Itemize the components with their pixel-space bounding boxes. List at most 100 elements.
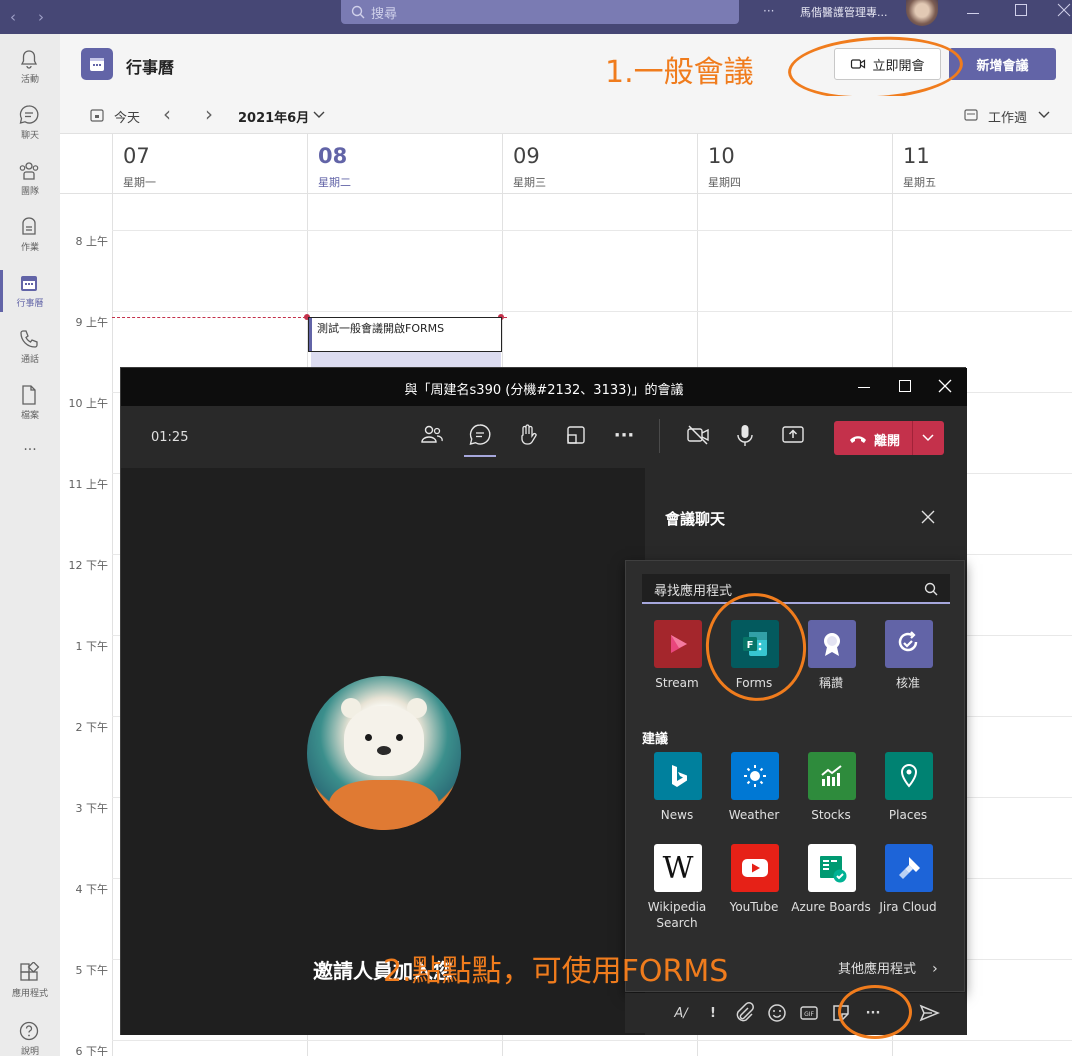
bing-icon	[654, 752, 702, 800]
day-number: 07	[123, 144, 150, 168]
rooms-icon[interactable]	[562, 421, 590, 449]
emoji-icon[interactable]	[765, 1001, 789, 1025]
more-options-icon[interactable]: ···	[763, 4, 774, 18]
participants-icon[interactable]	[418, 421, 446, 449]
search-input[interactable]: 搜尋	[341, 0, 739, 24]
send-icon[interactable]	[917, 1001, 941, 1025]
highlight-ring-more	[838, 985, 912, 1039]
calendar-toolbar: 今天 ‹ › 2021年6月 工作週	[60, 96, 1072, 134]
view-selector[interactable]: 工作週	[988, 107, 1027, 126]
app-jira-cloud[interactable]: Jira Cloud	[871, 844, 945, 934]
rail-label: 團隊	[20, 187, 39, 197]
minimize-icon[interactable]	[966, 6, 980, 20]
chat-icon	[19, 105, 39, 124]
svg-text:GIF: GIF	[804, 1011, 814, 1018]
day-header[interactable]: 09 星期三	[502, 134, 697, 193]
app-search-input[interactable]: 尋找應用程式	[642, 574, 950, 604]
gif-icon[interactable]: GIF	[797, 1001, 821, 1025]
user-avatar[interactable]	[906, 0, 938, 26]
more-apps-link[interactable]: 其他應用程式 ›	[838, 958, 938, 977]
location-pin-icon	[885, 752, 933, 800]
format-icon[interactable]: A∕	[669, 1001, 693, 1025]
leave-button[interactable]: 離開	[834, 421, 944, 455]
today-button[interactable]: 今天	[114, 107, 140, 126]
maximize-icon[interactable]	[1015, 4, 1027, 16]
new-meeting-label: 新增會議	[976, 58, 1029, 74]
day-header[interactable]: 10 星期四	[697, 134, 892, 193]
stream-icon	[654, 620, 702, 668]
day-weekday: 星期二	[318, 176, 351, 189]
rail-item-assignments[interactable]: 作業	[0, 208, 60, 264]
app-stream[interactable]: Stream	[640, 620, 714, 710]
app-places[interactable]: Places	[871, 752, 945, 842]
maximize-icon[interactable]	[899, 380, 911, 392]
rail-item-calls[interactable]: 通話	[0, 320, 60, 376]
close-icon[interactable]	[921, 510, 935, 524]
day-number: 11	[903, 144, 930, 168]
microphone-icon[interactable]	[731, 421, 759, 449]
chevron-down-icon	[1038, 111, 1050, 118]
azure-boards-icon	[808, 844, 856, 892]
minimize-icon[interactable]	[858, 387, 870, 388]
rail-item-files[interactable]: 檔案	[0, 376, 60, 432]
app-youtube[interactable]: YouTube	[717, 844, 791, 934]
app-stocks[interactable]: Stocks	[794, 752, 868, 842]
rail-item-apps[interactable]: 應用程式	[0, 954, 60, 1010]
day-header[interactable]: 07 星期一	[112, 134, 307, 193]
rail-item-help[interactable]: 說明	[0, 1012, 60, 1056]
today-icon	[90, 109, 104, 122]
raise-hand-icon[interactable]	[514, 421, 542, 449]
chevron-down-icon	[313, 111, 325, 118]
chevron-down-icon[interactable]	[922, 434, 934, 442]
search-icon	[924, 582, 938, 596]
app-weather[interactable]: Weather	[717, 752, 791, 842]
rail-item-activity[interactable]: 活動	[0, 40, 60, 96]
chat-icon[interactable]	[466, 421, 494, 449]
hour-label: 9 上午	[75, 316, 109, 329]
sun-icon	[731, 752, 779, 800]
day-header[interactable]: 11 星期五	[892, 134, 1072, 193]
page-title: 行事曆	[126, 58, 175, 77]
day-weekday: 星期五	[903, 176, 936, 189]
youtube-icon	[731, 844, 779, 892]
day-number: 10	[708, 144, 735, 168]
hour-label: 2 下午	[75, 721, 109, 734]
rail-label: 作業	[20, 243, 39, 253]
app-label: Jira Cloud	[879, 900, 937, 914]
camera-off-icon[interactable]	[684, 421, 712, 449]
calendar-header: 行事曆 1.一般會議 立即開會 新增會議	[60, 32, 1072, 104]
attach-icon[interactable]	[733, 1001, 757, 1025]
search-icon	[351, 5, 365, 19]
rail-item-calendar[interactable]: 行事曆	[0, 264, 60, 320]
hour-label: 3 下午	[75, 802, 109, 815]
new-meeting-button[interactable]: 新增會議	[949, 48, 1056, 80]
rail-item-chat[interactable]: 聊天	[0, 96, 60, 152]
calendar-event[interactable]: 測試一般會議開啟FORMS	[308, 317, 502, 352]
app-azure-boards[interactable]: Azure Boards	[791, 844, 871, 934]
share-screen-icon[interactable]	[779, 421, 807, 449]
hang-up-icon	[850, 436, 866, 443]
app-search-placeholder: 尋找應用程式	[654, 584, 733, 599]
more-apps-icon[interactable]: ···	[0, 442, 60, 458]
more-actions-icon[interactable]: ···	[610, 421, 638, 449]
org-name[interactable]: 馬偕醫護管理專...	[800, 4, 888, 20]
app-news[interactable]: News	[640, 752, 714, 842]
back-icon[interactable]: ‹	[2, 0, 24, 34]
hour-label: 6 下午	[75, 1045, 109, 1056]
phone-icon	[20, 330, 38, 348]
close-icon[interactable]	[938, 379, 952, 393]
app-praise[interactable]: 稱讚	[794, 620, 868, 710]
app-wikipedia-search[interactable]: W Wikipedia Search	[640, 844, 714, 934]
app-approvals[interactable]: 核准	[871, 620, 945, 710]
close-window-icon[interactable]	[1057, 3, 1071, 17]
annotation-general-meeting: 1.一般會議	[605, 55, 754, 90]
prev-week-icon[interactable]: ‹	[163, 102, 171, 126]
hour-label: 10 上午	[68, 397, 109, 410]
next-week-icon[interactable]: ›	[205, 102, 213, 126]
important-icon[interactable]: !	[701, 1001, 725, 1025]
month-picker[interactable]: 2021年6月	[238, 107, 309, 126]
rail-item-teams[interactable]: 團隊	[0, 152, 60, 208]
hour-label: 4 下午	[75, 883, 109, 896]
day-header-today[interactable]: 08 星期二	[307, 134, 502, 193]
forward-icon[interactable]: ›	[30, 0, 52, 34]
